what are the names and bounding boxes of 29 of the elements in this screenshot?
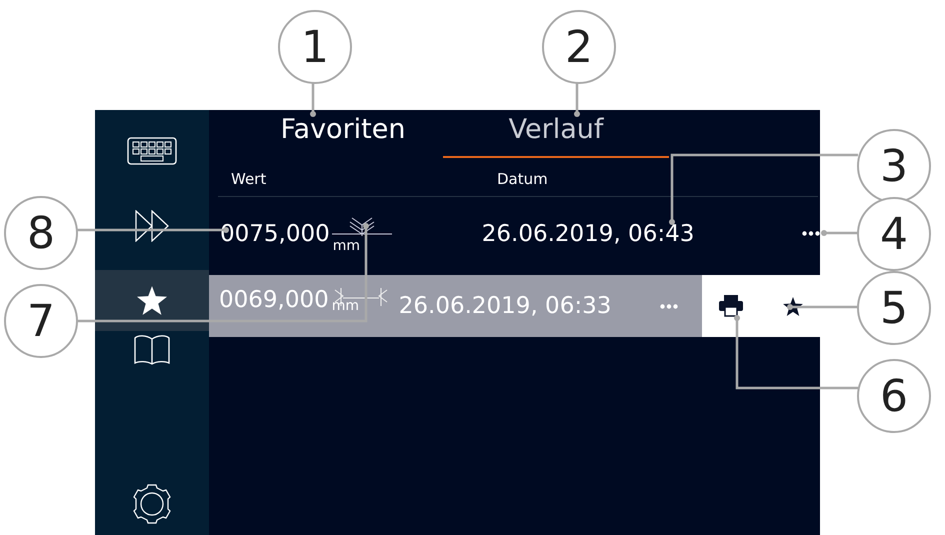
date-time: 26.06.2019, 06:33 — [398, 293, 612, 319]
sidebar-item[interactable] — [95, 270, 209, 332]
more-icon[interactable] — [802, 231, 820, 236]
unit-label: mm — [332, 238, 360, 254]
unit-label: mm — [332, 298, 360, 314]
measured-value: 0069,000 — [219, 287, 329, 313]
leader-line — [821, 230, 858, 236]
callout-number: 2 — [542, 10, 616, 84]
callout-number: 1 — [278, 10, 352, 84]
column-header: Wert — [231, 170, 268, 188]
tab[interactable]: Favoriten — [243, 110, 443, 158]
book-icon — [134, 335, 170, 366]
date-time: 26.06.2019, 06:43 — [482, 220, 694, 246]
printer-icon[interactable] — [719, 295, 743, 317]
keyboard-icon — [127, 136, 177, 165]
callout-number: 8 — [4, 196, 78, 270]
callout-number: 7 — [4, 284, 78, 358]
column-header: Datum — [497, 170, 549, 188]
settings-icon — [133, 484, 171, 524]
star-icon — [137, 286, 167, 315]
callout-number: 4 — [857, 197, 931, 271]
measured-value: 0075,000 — [220, 220, 330, 246]
callout-number: 6 — [857, 359, 931, 433]
fast-forward-icon — [135, 210, 169, 242]
callout-number: 5 — [857, 271, 931, 345]
leader-line — [310, 82, 316, 117]
leader-line — [787, 304, 858, 310]
tab[interactable]: Verlauf — [443, 110, 669, 158]
leader-line — [574, 82, 580, 117]
